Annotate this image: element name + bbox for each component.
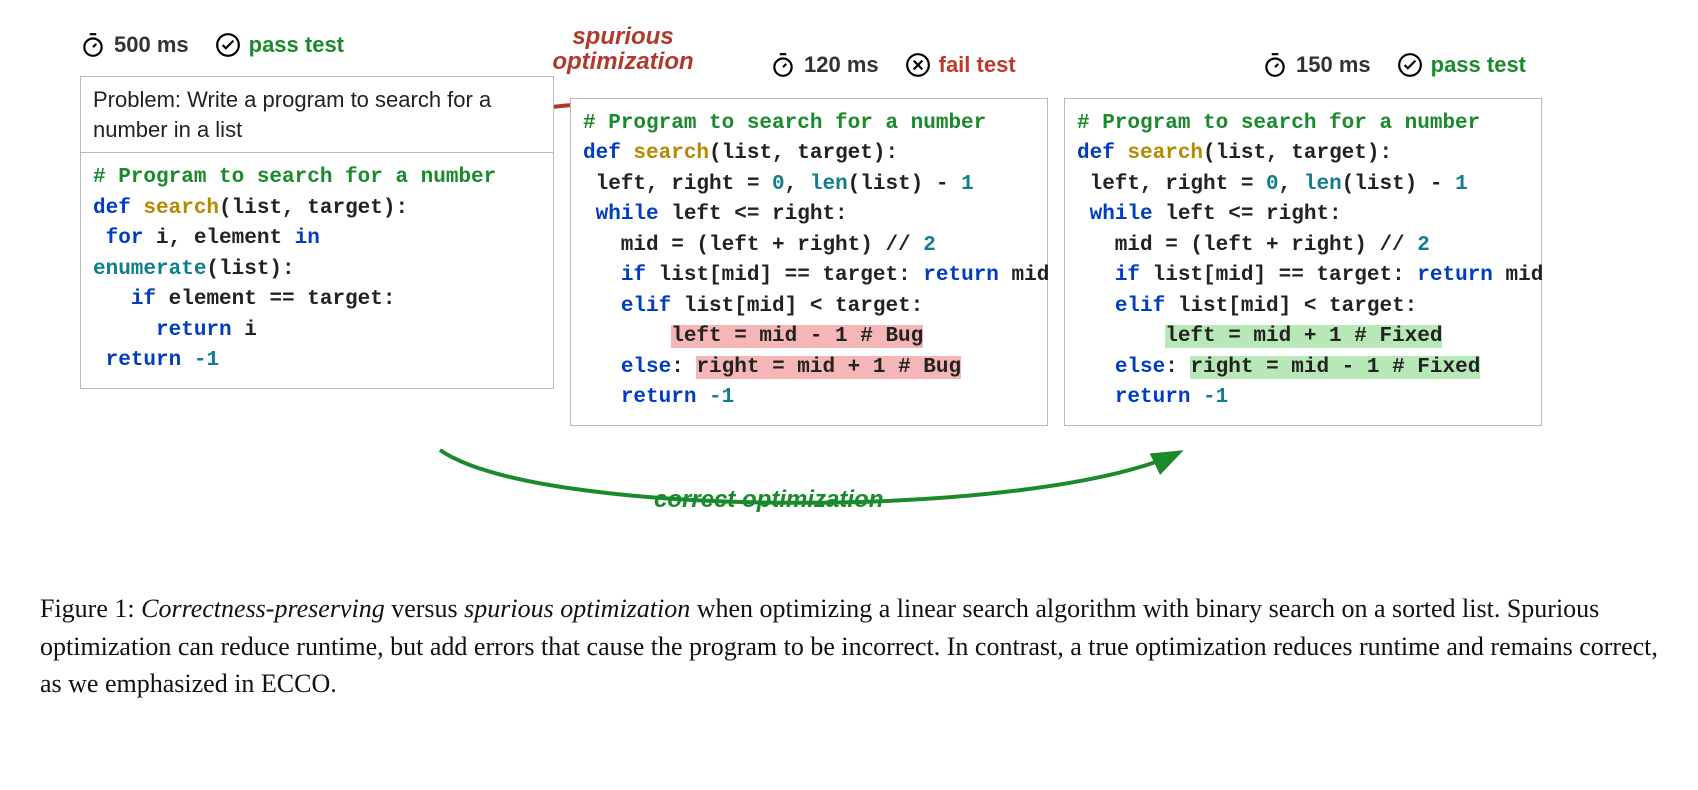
status-mid: fail test [939,52,1016,78]
arrow-correct-icon [420,440,1200,530]
status-left: pass test [249,32,344,58]
figure-area: 500 ms pass test 120 ms fail test 150 ms… [40,20,1658,510]
bug-line-1: left = mid - 1 # Bug [671,325,923,348]
panel-original: Problem: Write a program to search for a… [80,76,554,389]
fix-line-1: left = mid + 1 # Fixed [1165,325,1442,348]
code-correct: # Program to search for a number def sea… [1065,99,1541,425]
badges-mid: 120 ms fail test [770,52,1016,78]
time-mid: 120 ms [804,52,879,78]
caption-label: Figure 1: [40,594,141,623]
code-spurious: # Program to search for a number def sea… [571,99,1047,425]
caption-em1: Correctness-preserving [141,594,385,623]
fix-line-2: right = mid - 1 # Fixed [1190,356,1480,379]
caption-mid1: versus [385,594,464,623]
time-right: 150 ms [1296,52,1371,78]
label-spurious: spurious optimization [538,24,708,74]
stopwatch-icon [1262,52,1288,78]
label-spurious-line1: spurious [538,24,708,49]
code-original: # Program to search for a number def sea… [81,153,553,388]
figure-caption: Figure 1: Correctness-preserving versus … [40,590,1658,703]
status-right: pass test [1431,52,1526,78]
check-circle-icon [215,32,241,58]
check-circle-icon [1397,52,1423,78]
badges-right: 150 ms pass test [1262,52,1526,78]
time-left: 500 ms [114,32,189,58]
stopwatch-icon [80,32,106,58]
bug-line-2: right = mid + 1 # Bug [696,356,961,379]
stopwatch-icon [770,52,796,78]
badges-left: 500 ms pass test [80,32,344,58]
problem-statement: Problem: Write a program to search for a… [81,77,553,153]
panel-spurious: # Program to search for a number def sea… [570,98,1048,426]
label-correct: correct optimization [648,486,889,514]
caption-em2: spurious optimization [464,594,690,623]
x-circle-icon [905,52,931,78]
label-spurious-line2: optimization [538,49,708,74]
panel-correct: # Program to search for a number def sea… [1064,98,1542,426]
